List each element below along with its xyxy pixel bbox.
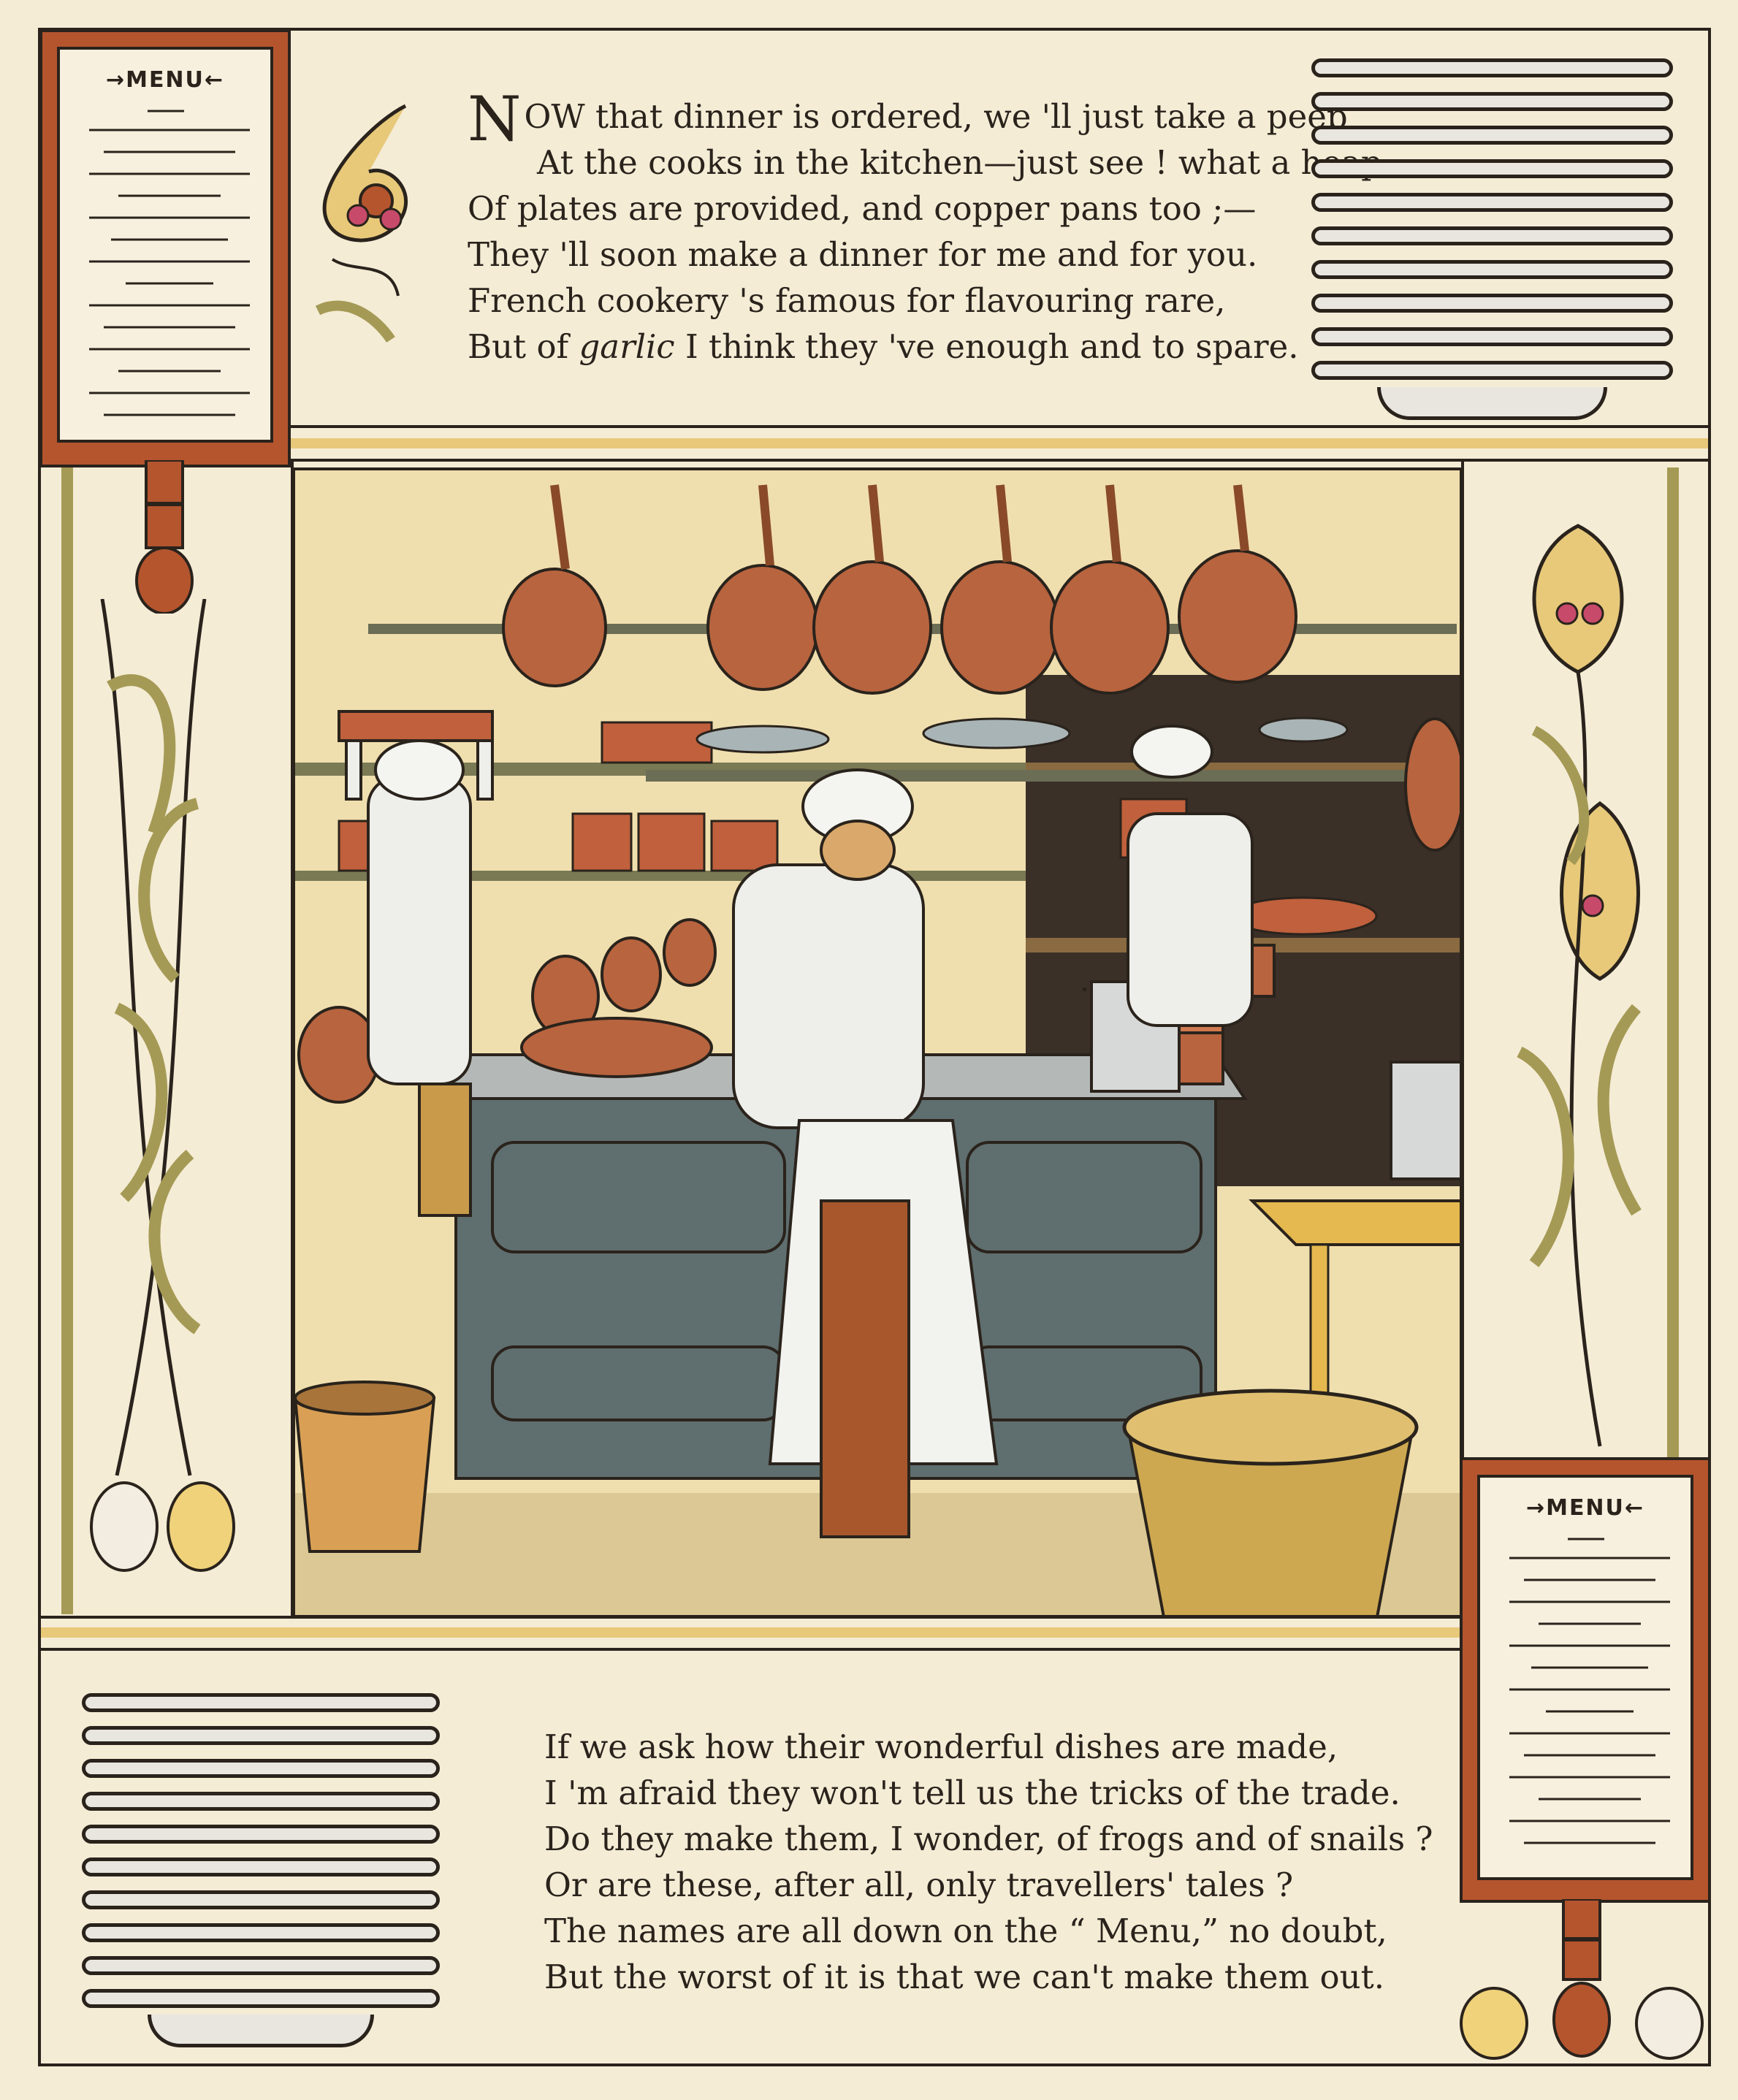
- poem-line: I 'm afraid they won't tell us the trick…: [544, 1773, 1400, 1812]
- menu-card-top-title: →MENU←: [105, 67, 225, 93]
- poem-line: Of plates are provided, and copper pans …: [468, 189, 1257, 228]
- plate-stack-icon: [82, 1693, 440, 2058]
- kitchen-illustration: [292, 467, 1463, 1618]
- plate-stack-icon: [1311, 58, 1673, 424]
- lily-vine-icon: [1517, 524, 1642, 1447]
- band-yellow: [41, 1627, 1708, 1638]
- menu-card-bottom-paper: →MENU←: [1477, 1475, 1693, 1880]
- kitchen-scene-art: [295, 470, 1460, 1615]
- menu-card-top-paper: →MENU←: [57, 47, 273, 443]
- menu-lines-icon: [89, 110, 250, 416]
- poem-line: Or are these, after all, only travellers…: [544, 1866, 1294, 1904]
- top-poem: N OW that dinner is ordered, we 'll just …: [468, 83, 1382, 370]
- garlic-vine-icon: [90, 599, 235, 1572]
- menu-lines-icon: [1509, 1538, 1670, 1844]
- book-page: →MENU← N OW that dinner is ordered, we '…: [0, 0, 1738, 2100]
- bottom-poem: If we ask how their wonderful dishes are…: [544, 1724, 1433, 2000]
- poem-line: Do they make them, I wonder, of frogs an…: [544, 1820, 1433, 1858]
- menu-card-top: →MENU←: [39, 29, 291, 467]
- frame-bottom: [38, 2063, 1711, 2066]
- poem-line: At the cooks in the kitchen—just see ! w…: [537, 143, 1382, 182]
- menu-handle-top: [135, 460, 194, 614]
- olive-strip: [61, 467, 73, 1614]
- poem-line: If we ask how their wonderful dishes are…: [544, 1727, 1338, 1766]
- poem-line: French cookery 's famous for flavouring …: [468, 281, 1226, 320]
- menu-card-bottom: →MENU←: [1460, 1457, 1711, 1903]
- lily-ornament-icon: [315, 104, 408, 343]
- band-yellow: [41, 438, 1708, 448]
- poem-line: But of garlic I think they 've enough an…: [468, 327, 1299, 366]
- menu-handle-bottom: [1460, 1899, 1704, 2060]
- olive-strip: [1667, 467, 1679, 1614]
- menu-card-bottom-title: →MENU←: [1525, 1495, 1645, 1521]
- poem-line: N OW that dinner is ordered, we 'll just …: [468, 83, 1348, 155]
- drop-cap: N: [468, 83, 522, 155]
- poem-line: But the worst of it is that we can't mak…: [544, 1958, 1385, 1996]
- poem-line: The names are all down on the “ Menu,” n…: [544, 1912, 1387, 1950]
- poem-line: They 'll soon make a dinner for me and f…: [468, 235, 1258, 274]
